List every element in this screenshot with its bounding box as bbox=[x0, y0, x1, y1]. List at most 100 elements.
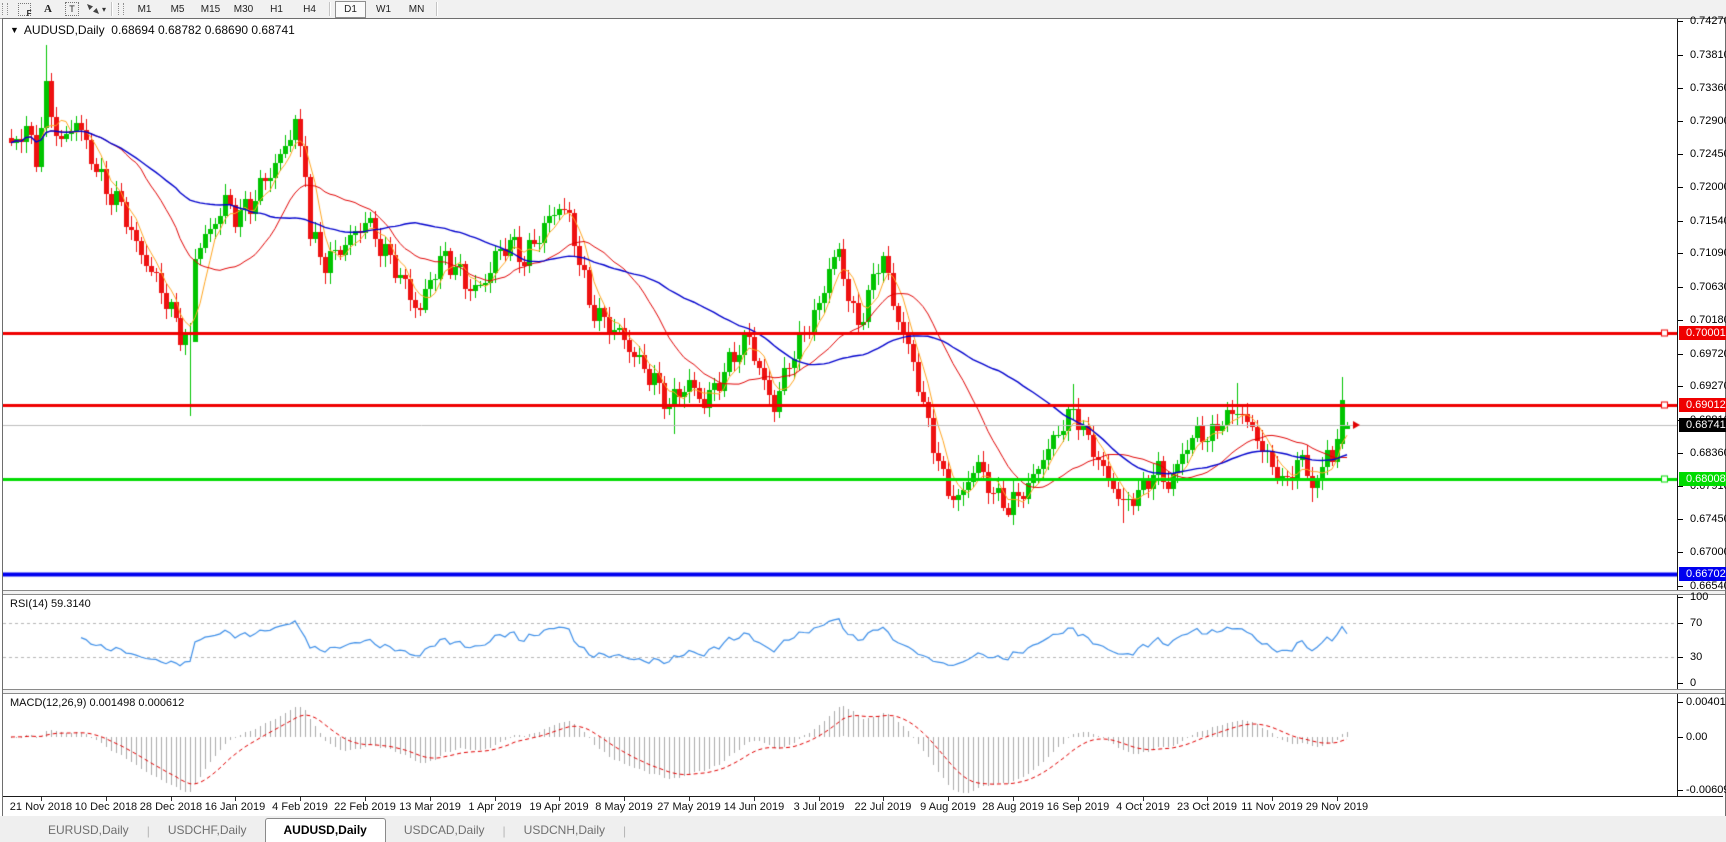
tab-audusd[interactable]: AUDUSD,Daily bbox=[265, 818, 386, 842]
price-tick-label: 0.74270 bbox=[1690, 15, 1726, 27]
rsi-tick-label: 0 bbox=[1690, 677, 1696, 689]
macd-tick-label: -0.00609 bbox=[1686, 784, 1726, 796]
text-tool-button[interactable]: A bbox=[37, 0, 59, 18]
rsi-axis[interactable]: 10070300 bbox=[1677, 595, 1723, 689]
date-tick-label: 29 Nov 2019 bbox=[1297, 801, 1377, 813]
price-axis[interactable]: 0.742700.738100.733600.729000.724500.720… bbox=[1677, 19, 1723, 590]
price-tick-label: 0.71090 bbox=[1690, 247, 1726, 259]
chart-symbol: AUDUSD,Daily bbox=[24, 23, 105, 37]
price-tick-mark bbox=[1678, 519, 1683, 520]
tab-separator: | bbox=[623, 824, 626, 838]
macd-tick-label: 0.004017 bbox=[1686, 696, 1726, 708]
price-tick-label: 0.72900 bbox=[1690, 115, 1726, 127]
timeframe-buttons: M1M5M15M30H1H4 D1W1MN bbox=[128, 1, 433, 18]
price-tick-label: 0.73810 bbox=[1690, 49, 1726, 61]
price-tick-mark bbox=[1678, 586, 1683, 587]
macd-tick-mark bbox=[1678, 790, 1683, 791]
rsi-tick-mark bbox=[1678, 623, 1683, 624]
text-label-tool-button[interactable]: T bbox=[61, 0, 83, 18]
macd-canvas[interactable] bbox=[3, 694, 1677, 796]
price-tick-mark bbox=[1678, 320, 1683, 321]
macd-tick-mark bbox=[1678, 737, 1683, 738]
rsi-tick-label: 100 bbox=[1690, 591, 1708, 603]
toolbar-grip2[interactable] bbox=[118, 3, 124, 15]
price-tick-label: 0.72000 bbox=[1690, 181, 1726, 193]
rsi-tick-mark bbox=[1678, 657, 1683, 658]
chart-ohlc-values: 0.68694 0.68782 0.68690 0.68741 bbox=[111, 23, 295, 37]
price-tick-mark bbox=[1678, 88, 1683, 89]
price-tick-mark bbox=[1678, 253, 1683, 254]
timeframe-button-w1[interactable]: W1 bbox=[368, 1, 399, 18]
tab-usdchf[interactable]: USDCHF,Daily bbox=[150, 820, 265, 841]
price-tick-mark bbox=[1678, 21, 1683, 22]
chart-window: ▼ AUDUSD,Daily 0.68694 0.68782 0.68690 0.… bbox=[2, 18, 1726, 817]
timeframe-button-d1[interactable]: D1 bbox=[335, 1, 366, 18]
price-chart-canvas[interactable] bbox=[3, 19, 1677, 590]
fibonacci-tool-button[interactable]: F bbox=[13, 0, 35, 18]
rsi-tick-mark bbox=[1678, 683, 1683, 684]
price-tick-mark bbox=[1678, 486, 1683, 487]
rsi-tick-mark bbox=[1678, 597, 1683, 598]
price-tick-label: 0.72450 bbox=[1690, 148, 1726, 160]
arrows-tool-button[interactable]: ▾ bbox=[85, 0, 107, 18]
chart-title: ▼ AUDUSD,Daily 0.68694 0.68782 0.68690 0.… bbox=[10, 23, 295, 37]
price-tick-mark bbox=[1678, 386, 1683, 387]
tab-bar: EURUSD,Daily|USDCHF,DailyAUDUSD,DailyUSD… bbox=[0, 816, 1726, 842]
timeframe-button-m1[interactable]: M1 bbox=[129, 1, 160, 18]
toolbar-separator bbox=[111, 2, 113, 16]
price-tick-mark bbox=[1678, 287, 1683, 288]
price-tick-label: 0.67450 bbox=[1690, 513, 1726, 525]
rsi-pane[interactable]: RSI(14) 59.3140 bbox=[3, 595, 1677, 689]
price-tick-mark bbox=[1678, 453, 1683, 454]
text-label-icon: T bbox=[65, 2, 79, 16]
top-toolbar: F A T ▾ M1M5M15M30H1H4 D1W1MN bbox=[0, 0, 1726, 19]
price-tick-label: 0.69720 bbox=[1690, 348, 1726, 360]
main-price-row: ▼ AUDUSD,Daily 0.68694 0.68782 0.68690 0.… bbox=[3, 19, 1723, 590]
rsi-label: RSI(14) 59.3140 bbox=[10, 598, 91, 610]
price-tick-label: 0.70630 bbox=[1690, 281, 1726, 293]
toolbar-separator2 bbox=[436, 2, 438, 16]
current-price-badge: 0.68741 bbox=[1679, 418, 1726, 432]
rsi-tick-label: 70 bbox=[1690, 617, 1702, 629]
timeframe-button-m5[interactable]: M5 bbox=[162, 1, 193, 18]
price-tick-label: 0.71540 bbox=[1690, 215, 1726, 227]
macd-pane[interactable]: MACD(12,26,9) 0.001498 0.000612 bbox=[3, 694, 1677, 796]
arrows-icon bbox=[86, 3, 100, 15]
price-tick-mark bbox=[1678, 121, 1683, 122]
timeframe-button-m15[interactable]: M15 bbox=[195, 1, 226, 18]
price-tick-mark bbox=[1678, 187, 1683, 188]
price-tick-mark bbox=[1678, 354, 1683, 355]
toolbar-grip[interactable] bbox=[2, 3, 8, 15]
macd-axis[interactable]: 0.0040170.00-0.00609 bbox=[1677, 694, 1723, 796]
tab-usdcnh[interactable]: USDCNH,Daily bbox=[506, 820, 623, 841]
tab-usdcad[interactable]: USDCAD,Daily bbox=[386, 820, 503, 841]
hline-price-badge: 0.68008 bbox=[1679, 472, 1726, 486]
price-tick-mark bbox=[1678, 552, 1683, 553]
rsi-row: RSI(14) 59.3140 10070300 bbox=[3, 595, 1723, 689]
text-icon: A bbox=[44, 3, 52, 15]
price-pane[interactable]: ▼ AUDUSD,Daily 0.68694 0.68782 0.68690 0.… bbox=[3, 19, 1677, 590]
price-tick-label: 0.73360 bbox=[1690, 82, 1726, 94]
rsi-tick-label: 30 bbox=[1690, 651, 1702, 663]
price-tick-mark bbox=[1678, 221, 1683, 222]
macd-row: MACD(12,26,9) 0.001498 0.000612 0.004017… bbox=[3, 694, 1723, 797]
price-tick-label: 0.68360 bbox=[1690, 447, 1726, 459]
timeframe-button-h1[interactable]: H1 bbox=[261, 1, 292, 18]
macd-tick-mark bbox=[1678, 702, 1683, 703]
price-tick-label: 0.69270 bbox=[1690, 380, 1726, 392]
fibonacci-icon: F bbox=[18, 3, 31, 16]
symbol-dropdown-caret[interactable]: ▼ bbox=[10, 25, 19, 35]
timeframe-button-m30[interactable]: M30 bbox=[228, 1, 259, 18]
date-axis[interactable]: 21 Nov 201810 Dec 201828 Dec 201816 Jan … bbox=[3, 797, 1723, 815]
tab-eurusd[interactable]: EURUSD,Daily bbox=[30, 820, 147, 841]
hline-price-badge: 0.69012 bbox=[1679, 398, 1726, 412]
timeframe-button-mn[interactable]: MN bbox=[401, 1, 432, 18]
price-tick-label: 0.70180 bbox=[1690, 314, 1726, 326]
timeframe-button-h4[interactable]: H4 bbox=[294, 1, 325, 18]
timeframe-group-separator bbox=[329, 2, 331, 16]
price-tick-mark bbox=[1678, 55, 1683, 56]
rsi-canvas[interactable] bbox=[3, 595, 1677, 689]
price-tick-mark bbox=[1678, 154, 1683, 155]
macd-label: MACD(12,26,9) 0.001498 0.000612 bbox=[10, 697, 184, 709]
hline-price-badge: 0.70001 bbox=[1679, 326, 1726, 340]
